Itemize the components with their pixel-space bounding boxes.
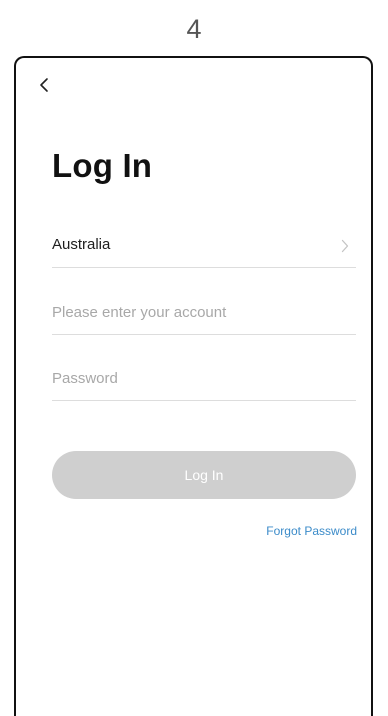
chevron-left-icon [39,77,49,93]
password-input[interactable] [52,357,356,400]
page-title: Log In [52,147,153,184]
login-button[interactable]: Log In [52,451,356,499]
back-button[interactable] [34,72,54,98]
forgot-password-link[interactable]: Forgot Password [266,524,357,538]
country-selector[interactable]: Australia [52,224,356,268]
account-input[interactable] [52,291,356,334]
password-field-wrapper [52,357,356,401]
step-number: 4 [186,14,202,44]
account-field-wrapper [52,291,356,335]
phone-screen: Log In Australia Log In Forgot Password [14,56,373,716]
country-value: Australia [52,236,111,253]
chevron-right-icon [338,238,352,254]
